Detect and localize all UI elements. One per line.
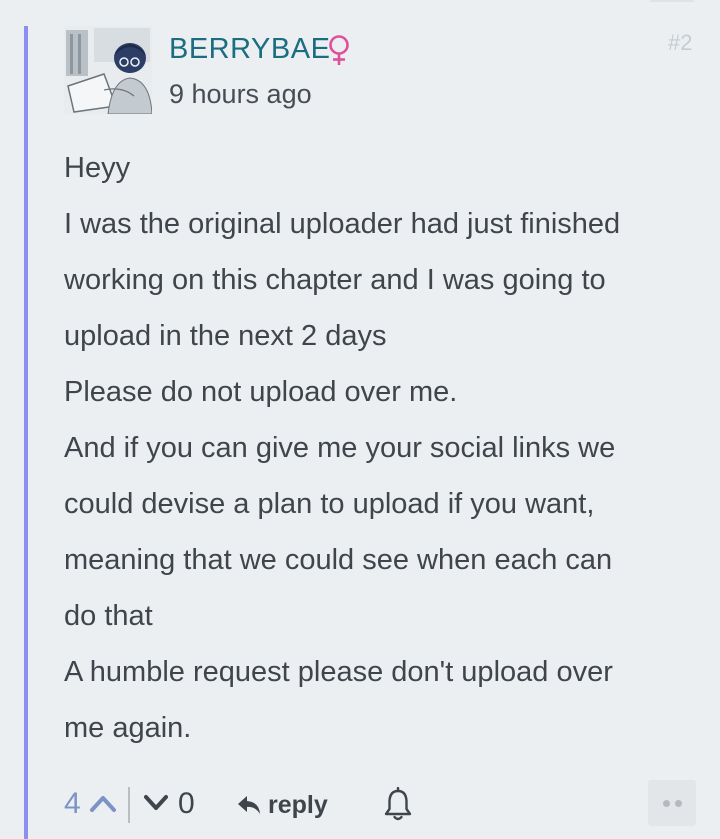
avatar[interactable] xyxy=(64,26,152,114)
comment-number[interactable]: #2 xyxy=(668,30,692,56)
comment-line: could devise a plan to upload if you wan… xyxy=(64,488,595,520)
comment-line: do that xyxy=(64,600,153,632)
comment-timestamp[interactable]: 9 hours ago xyxy=(169,79,312,110)
chevron-up-icon[interactable] xyxy=(88,793,118,813)
comment-line: Please do not upload over me. xyxy=(64,376,458,408)
top-divider xyxy=(650,0,694,2)
downvote-count: 0 xyxy=(178,787,195,820)
reply-button[interactable]: reply xyxy=(236,788,328,822)
comment-line: working on this chapter and I was going … xyxy=(64,264,606,296)
more-dots-icon xyxy=(662,799,670,807)
comment-line: I was the original uploader had just fin… xyxy=(64,208,621,240)
female-symbol-icon xyxy=(329,35,349,65)
comment-line: meaning that we could see when each can xyxy=(64,544,613,576)
thread-indicator-line xyxy=(24,26,28,839)
comment-body: Heyy I was the original uploader had jus… xyxy=(64,140,704,756)
upvote-count: 4 xyxy=(64,787,81,820)
comment-line: And if you can give me your social links… xyxy=(64,432,616,464)
comment-actions: 4 0 reply xyxy=(64,780,704,830)
comment-line: A humble request please don't upload ove… xyxy=(64,656,613,688)
comment-line: me again. xyxy=(64,712,192,744)
comment-line: Heyy xyxy=(64,152,131,184)
bell-icon[interactable] xyxy=(382,787,414,823)
more-options-button[interactable] xyxy=(648,780,696,826)
more-dots-icon xyxy=(674,799,682,807)
reply-arrow-icon xyxy=(238,796,260,814)
reply-label: reply xyxy=(268,790,328,819)
avatar-image xyxy=(64,26,152,114)
chevron-down-icon[interactable] xyxy=(142,793,170,813)
username[interactable]: BERRYBAE xyxy=(169,33,330,66)
comment-line: upload in the next 2 days xyxy=(64,320,387,352)
vote-divider xyxy=(128,787,130,823)
